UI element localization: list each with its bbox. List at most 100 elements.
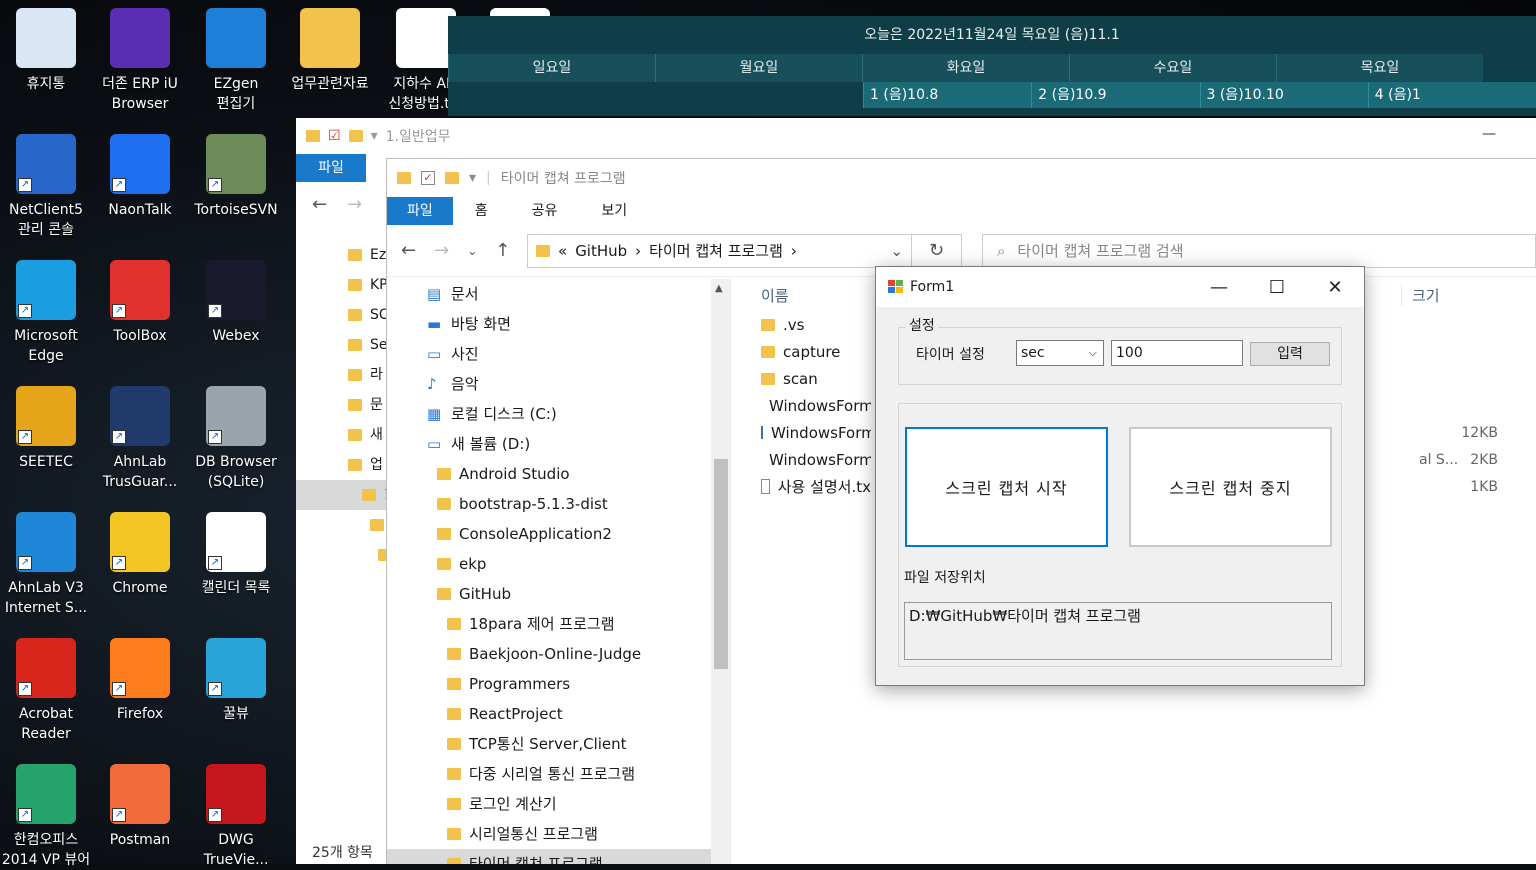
breadcrumb-current[interactable]: 타이머 캡쳐 프로그램 [649, 240, 783, 261]
tab-share[interactable]: 공유 [510, 197, 580, 225]
tree-item[interactable]: 시리얼통신 프로그램 [387, 819, 711, 849]
tab-home[interactable]: 홈 [453, 197, 510, 225]
up-arrow-icon[interactable]: ↑ [495, 240, 510, 262]
calendar-date-cell[interactable]: 3 (음)10.10 [1199, 82, 1368, 108]
list-item[interactable]: Ez [296, 240, 386, 270]
minimize-button[interactable]: — [1482, 126, 1496, 142]
list-item[interactable]: 1 [296, 480, 393, 510]
desktop-shortcut[interactable]: ↗ Chrome [94, 512, 186, 598]
desktop-shortcut[interactable]: ↗ Firefox [94, 638, 186, 724]
start-capture-button[interactable]: 스크린 캡처 시작 [905, 427, 1108, 547]
breadcrumb-github[interactable]: GitHub [575, 242, 627, 260]
chevron-down-icon[interactable]: ⌄ [890, 242, 903, 260]
list-item[interactable]: 문 [296, 390, 386, 420]
desktop-shortcut[interactable]: ↗ Postman [94, 764, 186, 850]
list-item[interactable]: 라 [296, 360, 386, 390]
tree-item[interactable]: ▭ 새 볼륨 (D:) [387, 429, 711, 459]
tree-item[interactable]: ♪ 음악 [387, 369, 711, 399]
desktop-shortcut[interactable]: 업무관련자료 [284, 8, 376, 94]
properties-check-icon[interactable]: ✓ [421, 171, 435, 185]
quick-access-dropdown-icon[interactable]: ▾ [469, 170, 476, 186]
forward-arrow-icon[interactable]: → [347, 194, 362, 215]
desktop-shortcut[interactable]: 휴지통 [0, 8, 92, 94]
tree-item[interactable]: ConsoleApplication2 [387, 519, 711, 549]
desktop-shortcut[interactable]: ↗ DWG TrueVie... [190, 764, 282, 870]
tree-item[interactable]: Android Studio [387, 459, 711, 489]
calendar-date-cell[interactable]: 2 (음)10.9 [1031, 82, 1200, 108]
tree-item[interactable]: 로그인 계산기 [387, 789, 711, 819]
desktop-shortcut[interactable]: ↗ NetClient5 관리 콘솔 [0, 134, 92, 240]
tree-item[interactable]: Baekjoon-Online-Judge [387, 639, 711, 669]
explorer-titlebar: ✓ ▾ | 타이머 캡쳐 프로그램 [387, 159, 1536, 197]
chevron-down-icon[interactable]: ⌵ [1089, 341, 1097, 365]
list-item[interactable]: 업 [296, 450, 386, 480]
list-item[interactable]: Se [296, 330, 388, 360]
column-size-header[interactable]: 크기 [1401, 284, 1496, 306]
interval-input[interactable]: 100 [1111, 340, 1243, 366]
breadcrumb-separator-icon[interactable]: › [791, 242, 797, 260]
close-button[interactable]: ✕ [1306, 277, 1364, 298]
desktop-shortcut[interactable]: ↗ ToolBox [94, 260, 186, 346]
tree-item[interactable]: ▭ 사진 [387, 339, 711, 369]
tree-item[interactable]: ReactProject [387, 699, 711, 729]
desktop-shortcut[interactable]: ↗ Microsoft Edge [0, 260, 92, 366]
scroll-up-icon[interactable]: ▲ [715, 283, 723, 294]
desktop-shortcut[interactable]: ↗ SEETEC [0, 386, 92, 472]
desktop-shortcut[interactable]: ↗ Webex [190, 260, 282, 346]
quick-access-dropdown-icon[interactable]: ▾ [371, 128, 378, 144]
back-arrow-icon[interactable]: ← [312, 194, 327, 215]
calendar-date-cell[interactable]: 1 (음)10.8 [863, 82, 1032, 108]
desktop-shortcut[interactable]: ↗ AhnLab TrusGuar... [94, 386, 186, 492]
desktop-shortcut[interactable]: ↗ Acrobat Reader [0, 638, 92, 744]
nav-pane-scrollbar[interactable]: ▲ [711, 279, 731, 864]
tree-item[interactable]: ▦ 로컬 디스크 (C:) [387, 399, 711, 429]
minimize-button[interactable]: — [1190, 277, 1248, 298]
desktop-shortcut[interactable]: ↗ 캘린더 목록 [190, 512, 282, 598]
scrollbar-thumb[interactable] [714, 459, 728, 669]
desktop-shortcut[interactable]: ↗ NaonTalk [94, 134, 186, 220]
calendar-date-cell[interactable]: 4 (음)1 [1367, 82, 1536, 108]
tree-item[interactable]: ▬ 바탕 화면 [387, 309, 711, 339]
desktop-shortcut[interactable]: ↗ AhnLab V3 Internet S... [0, 512, 92, 618]
search-box[interactable]: ⌕ 타이머 캡쳐 프로그램 검색 [982, 233, 1536, 268]
refresh-button[interactable]: ↻ [912, 233, 962, 268]
list-item[interactable]: SC [296, 300, 389, 330]
tree-item[interactable]: Programmers [387, 669, 711, 699]
tree-item[interactable]: 타이머 캡쳐 프로그램 [387, 849, 711, 864]
tree-item[interactable]: 다중 시리얼 통신 프로그램 [387, 759, 711, 789]
save-path-field[interactable]: D:₩GitHub₩타이머 캡쳐 프로그램 [904, 602, 1332, 660]
stop-capture-button[interactable]: 스크린 캡처 중지 [1129, 427, 1332, 547]
forward-arrow-icon[interactable]: → [434, 240, 449, 262]
desktop-shortcut[interactable]: ↗ DB Browser (SQLite) [190, 386, 282, 492]
desktop-shortcut[interactable]: 더존 ERP iU Browser [94, 8, 186, 114]
desktop-shortcut[interactable]: ↗ 한컴오피스 2014 VP 뷰어 [0, 764, 92, 870]
back-arrow-icon[interactable]: ← [401, 240, 416, 262]
list-item[interactable]: 새 [296, 420, 386, 450]
address-overflow[interactable]: « [558, 242, 567, 260]
tab-file[interactable]: 파일 [296, 154, 366, 182]
tree-item[interactable]: ▤ 문서 [387, 279, 711, 309]
form1-window[interactable]: Form1 — ☐ ✕ 설정 타이머 설정 sec ⌵ 100 입력 스크린 캡… [875, 266, 1365, 686]
recent-locations-icon[interactable]: ⌄ [467, 240, 477, 262]
tree-item[interactable]: ekp [387, 549, 711, 579]
list-item[interactable] [296, 540, 392, 570]
new-folder-icon[interactable] [445, 172, 459, 184]
list-item[interactable]: KP [296, 270, 388, 300]
maximize-button[interactable]: ☐ [1248, 277, 1306, 298]
tab-view[interactable]: 보기 [579, 197, 649, 225]
desktop-shortcut[interactable]: ↗ TortoiseSVN [190, 134, 282, 220]
address-bar[interactable]: « GitHub › 타이머 캡쳐 프로그램 › ⌄ [527, 233, 912, 268]
tree-item[interactable]: bootstrap-5.1.3-dist [387, 489, 711, 519]
list-item[interactable] [296, 510, 386, 540]
time-unit-select[interactable]: sec ⌵ [1016, 340, 1104, 366]
tree-item[interactable]: 18para 제어 프로그램 [387, 609, 711, 639]
input-button[interactable]: 입력 [1250, 342, 1330, 366]
desktop-shortcut[interactable]: EZgen 편집기 [190, 8, 282, 114]
desktop-shortcut[interactable]: ↗ 꿀뷰 [190, 638, 282, 724]
tree-item[interactable]: GitHub [387, 579, 711, 609]
tab-file[interactable]: 파일 [387, 197, 453, 225]
tree-item[interactable]: TCP통신 Server,Client [387, 729, 711, 759]
breadcrumb-separator-icon[interactable]: › [635, 242, 641, 260]
shortcut-arrow-icon: ↗ [112, 682, 126, 696]
save-path-label: 파일 저장위치 [904, 570, 986, 586]
